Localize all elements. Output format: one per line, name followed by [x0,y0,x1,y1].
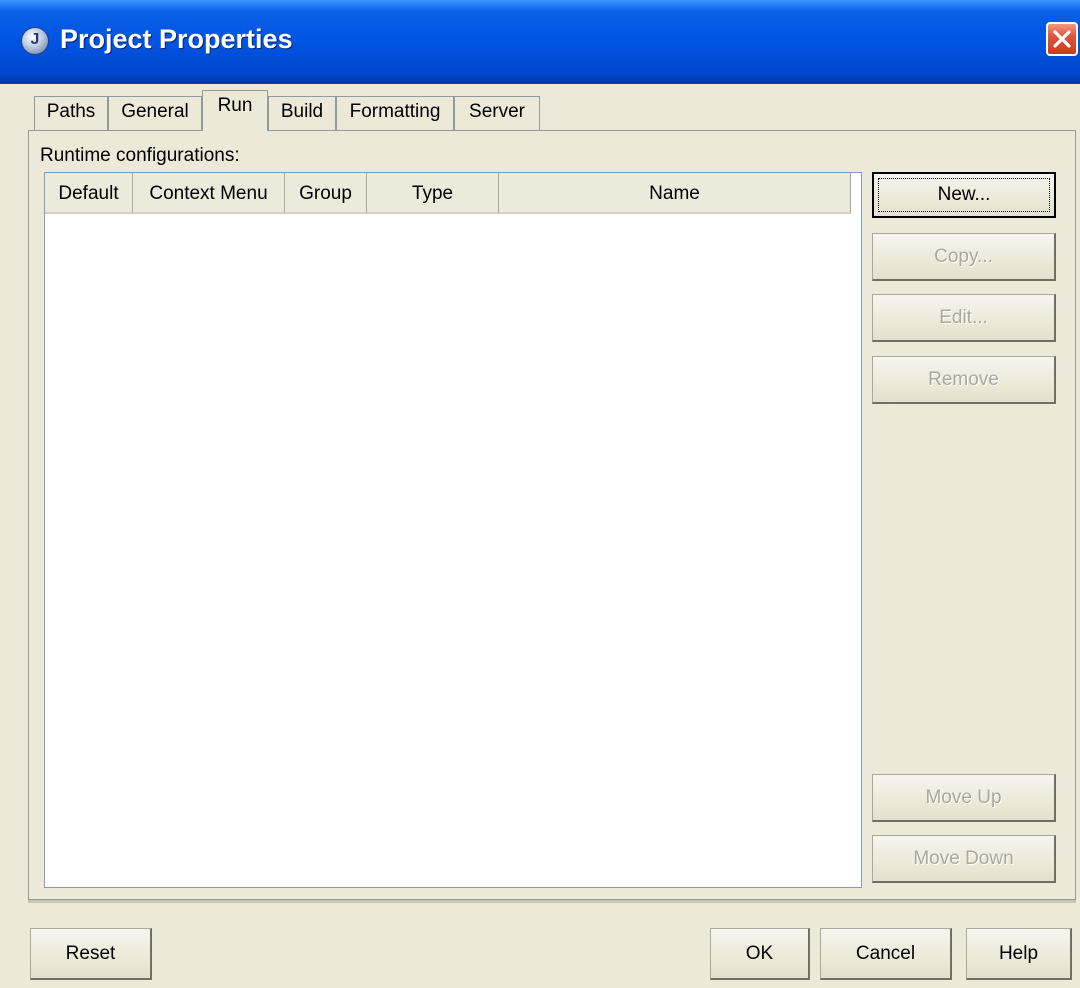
column-header-name[interactable]: Name [499,173,851,214]
tab-formatting[interactable]: Formatting [336,96,454,130]
ok-button[interactable]: OK [710,928,810,980]
window-title: Project Properties [60,24,293,54]
table-header: Default Context Menu Group Type Name [45,173,851,214]
close-icon [1053,30,1071,48]
tab-general[interactable]: General [108,96,202,130]
copy-button[interactable]: Copy... [872,233,1056,281]
column-header-default[interactable]: Default [45,173,133,214]
tab-build[interactable]: Build [268,96,336,130]
new-button[interactable]: New... [872,172,1056,218]
remove-button[interactable]: Remove [872,356,1056,404]
move-down-button[interactable]: Move Down [872,835,1056,883]
project-properties-dialog: J Project Properties Paths General Build… [0,0,1080,988]
edit-button[interactable]: Edit... [872,294,1056,342]
tab-server[interactable]: Server [454,96,540,130]
tab-run[interactable]: Run [202,90,268,131]
column-header-type[interactable]: Type [367,173,499,214]
close-button[interactable] [1046,22,1078,56]
reset-button[interactable]: Reset [30,928,152,980]
runtime-configurations-table[interactable]: Default Context Menu Group Type Name [44,172,862,888]
move-up-button[interactable]: Move Up [872,774,1056,822]
app-icon: J [22,28,48,54]
column-header-group[interactable]: Group [285,173,367,214]
tab-paths[interactable]: Paths [34,96,108,130]
runtime-configurations-label: Runtime configurations: [40,145,240,166]
new-button-label: New... [937,184,991,205]
help-button[interactable]: Help [966,928,1072,980]
title-bar[interactable]: J Project Properties [0,0,1080,84]
column-header-context-menu[interactable]: Context Menu [133,173,285,214]
cancel-button[interactable]: Cancel [820,928,952,980]
